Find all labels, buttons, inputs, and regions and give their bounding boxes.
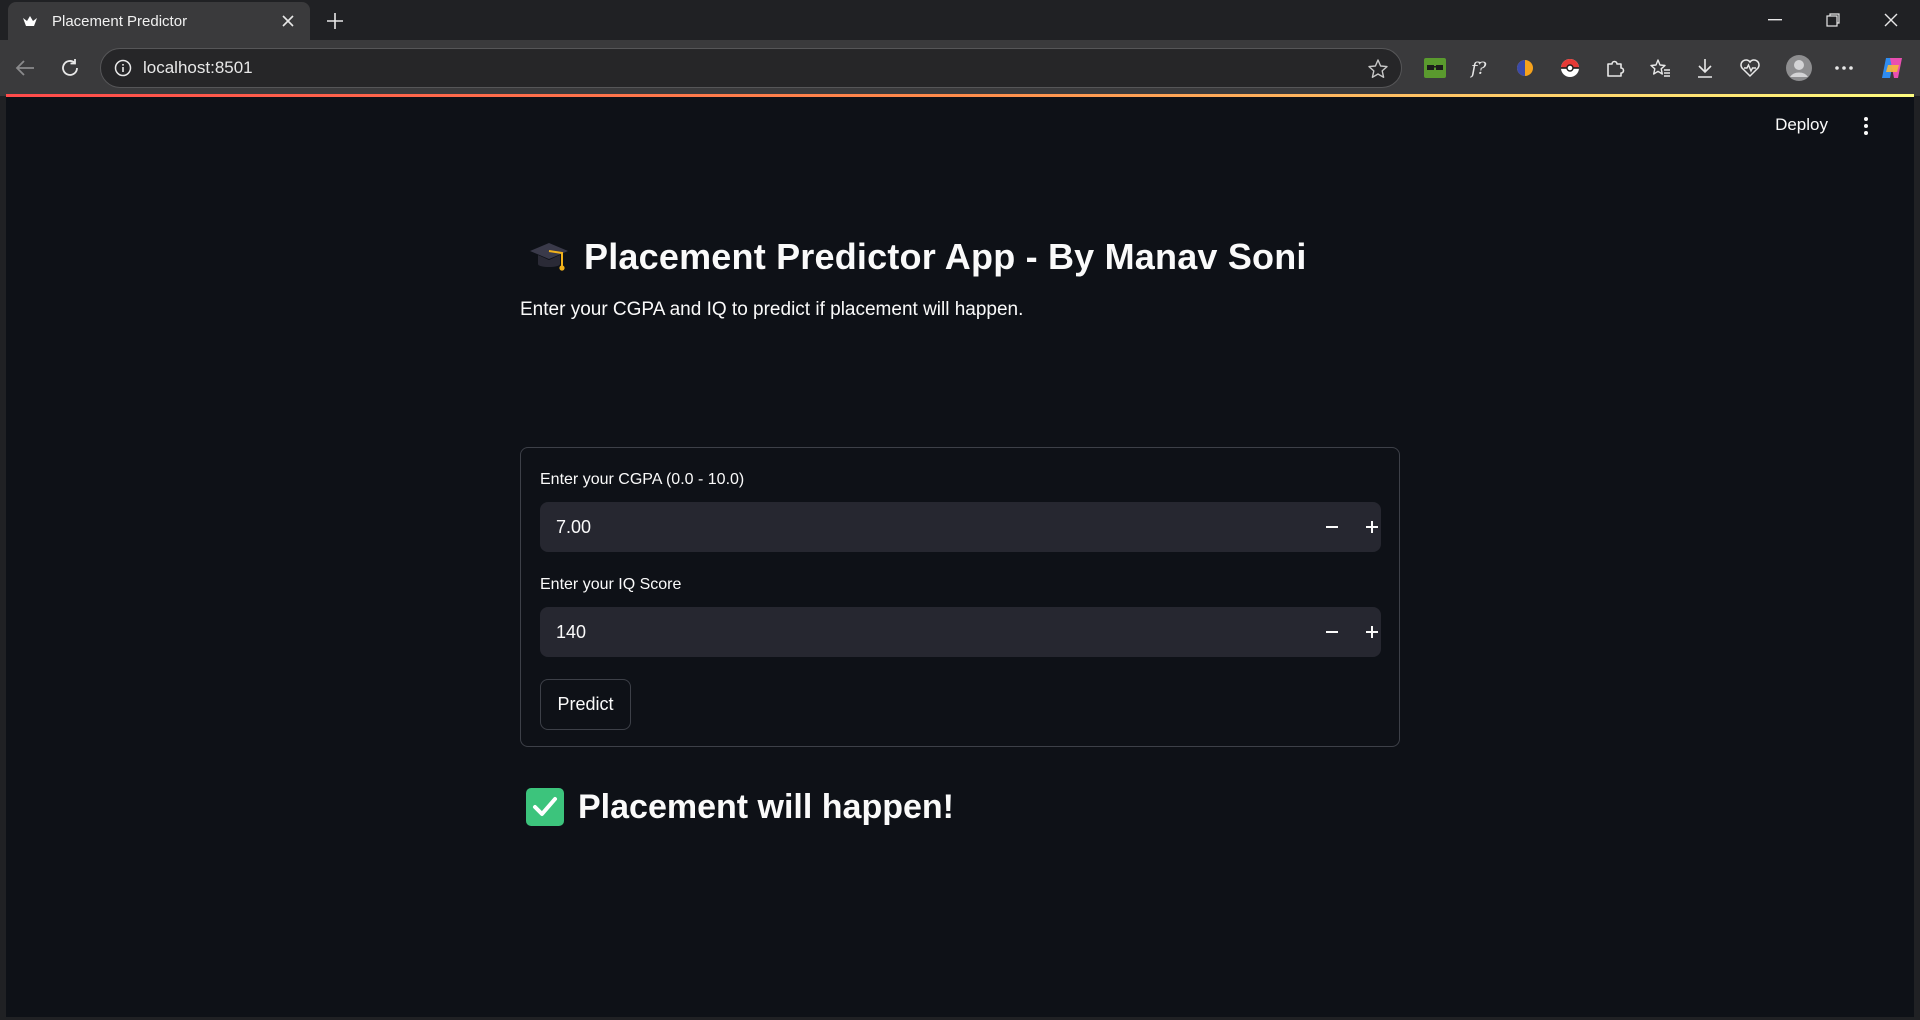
iq-increment-icon[interactable] [1356, 616, 1388, 648]
page-title: Placement Predictor App - By Manav Soni [520, 232, 1400, 282]
prediction-result: Placement will happen! [520, 781, 954, 833]
browser-toolbar: localhost:8501 f? [0, 40, 1920, 96]
cgpa-increment-icon[interactable] [1356, 511, 1388, 543]
app-view: Deploy Placement Predictor App - By Mana… [6, 97, 1914, 1017]
copilot-icon[interactable] [1877, 53, 1907, 83]
deploy-button[interactable]: Deploy [1775, 115, 1828, 135]
check-mark-icon [526, 788, 564, 826]
url-text: localhost:8501 [143, 58, 253, 77]
favorites-icon[interactable] [1645, 53, 1675, 83]
result-text: Placement will happen! [578, 787, 954, 826]
streamlit-favicon-icon [22, 13, 38, 29]
profile-avatar-icon[interactable] [1784, 53, 1814, 83]
back-arrow-icon[interactable] [9, 52, 41, 84]
cgpa-input[interactable] [540, 502, 1300, 552]
close-window-icon[interactable] [1862, 0, 1920, 40]
iq-number-input [540, 607, 1381, 657]
new-tab-icon[interactable] [322, 8, 348, 34]
reload-icon[interactable] [54, 52, 86, 84]
extension-pokeball-icon[interactable] [1555, 53, 1585, 83]
extension-orb-icon[interactable] [1510, 53, 1540, 83]
tab-title: Placement Predictor [52, 12, 188, 30]
browser-essentials-icon[interactable] [1735, 53, 1765, 83]
graduation-cap-icon [530, 243, 568, 271]
app-description: Enter your CGPA and IQ to predict if pla… [520, 299, 1024, 320]
app-title-text: Placement Predictor App - By Manav Soni [584, 236, 1307, 277]
svg-text:f?: f? [1469, 59, 1487, 79]
predict-button[interactable]: Predict [540, 679, 631, 730]
download-icon[interactable] [1690, 53, 1720, 83]
extension-glasses-icon[interactable] [1420, 53, 1450, 83]
favorite-star-icon[interactable] [1367, 58, 1389, 85]
cgpa-number-input [540, 502, 1381, 552]
cgpa-decrement-icon[interactable] [1316, 511, 1348, 543]
browser-tab-strip: Placement Predictor [0, 0, 1920, 40]
iq-label: Enter your IQ Score [540, 576, 682, 593]
more-options-icon[interactable] [1829, 53, 1859, 83]
extensions-puzzle-icon[interactable] [1600, 53, 1630, 83]
main-content: Placement Predictor App - By Manav Soni … [520, 232, 1400, 826]
main-menu-icon[interactable] [1854, 111, 1878, 141]
iq-input[interactable] [540, 607, 1300, 657]
iq-decrement-icon[interactable] [1316, 616, 1348, 648]
browser-tab[interactable]: Placement Predictor [8, 2, 310, 40]
prediction-form: Enter your CGPA (0.0 - 10.0) Enter your … [520, 447, 1400, 747]
cgpa-label: Enter your CGPA (0.0 - 10.0) [540, 471, 745, 488]
minimize-window-icon[interactable] [1746, 0, 1804, 40]
close-tab-icon[interactable] [278, 11, 298, 31]
address-bar[interactable]: localhost:8501 [100, 48, 1402, 88]
extension-formula-icon[interactable]: f? [1464, 53, 1494, 83]
site-info-icon[interactable] [113, 58, 133, 78]
restore-window-icon[interactable] [1804, 0, 1862, 40]
